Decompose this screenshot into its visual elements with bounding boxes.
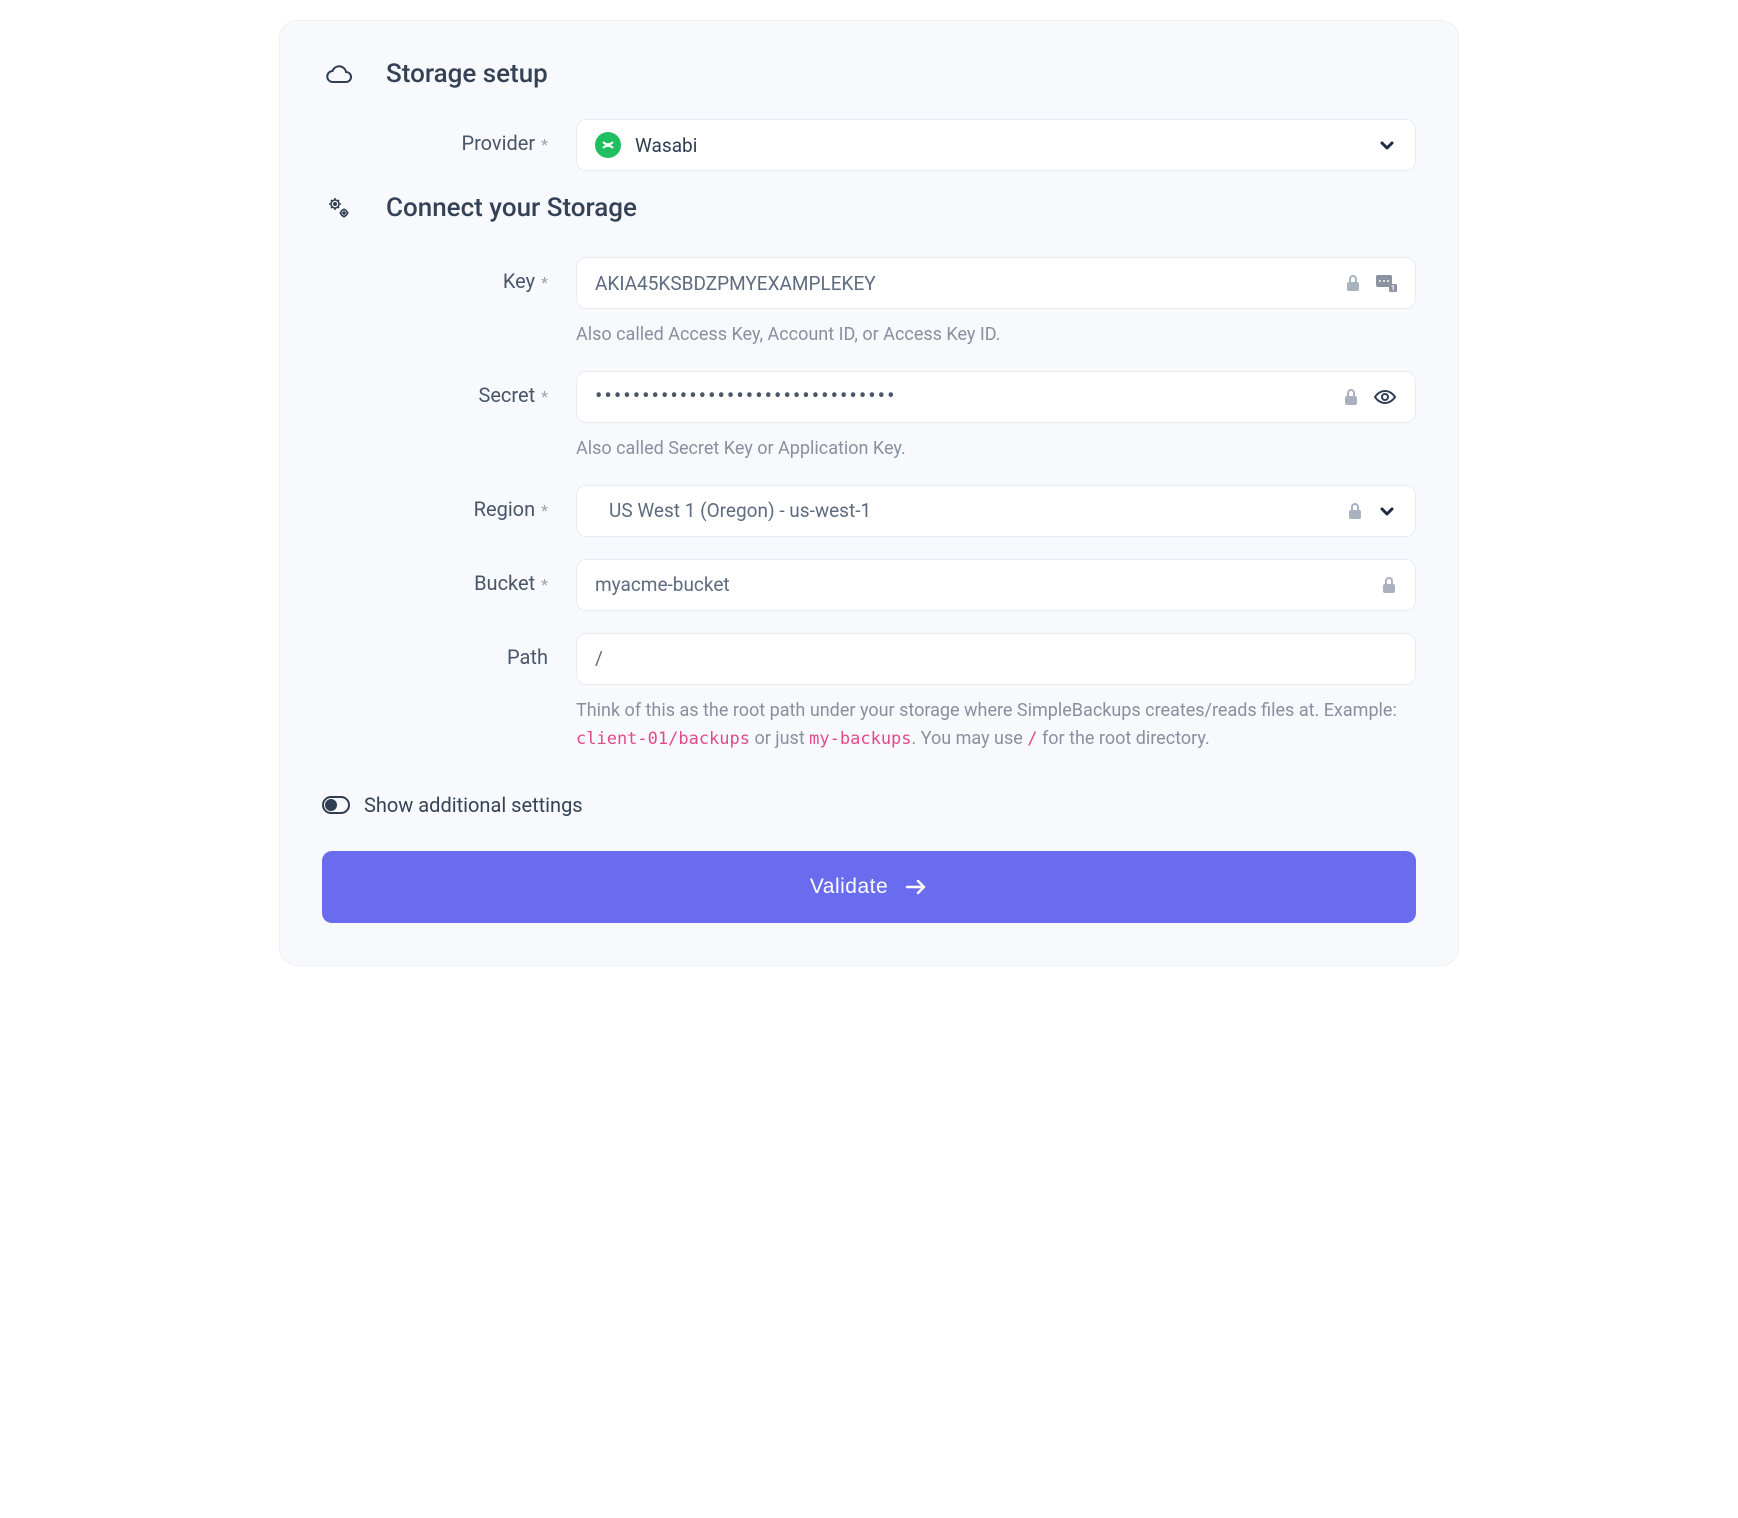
- secret-input[interactable]: ••••••••••••••••••••••••••••••••: [595, 384, 1343, 409]
- lock-icon: [1345, 274, 1361, 292]
- secret-row: Secret * •••••••••••••••••••••••••••••••…: [322, 371, 1416, 463]
- provider-value: Wasabi: [635, 134, 1377, 157]
- provider-select[interactable]: Wasabi: [576, 119, 1416, 171]
- path-help: Think of this as the root path under you…: [576, 697, 1416, 753]
- bucket-input[interactable]: [595, 573, 1381, 596]
- cloud-icon: [322, 63, 356, 85]
- validate-button[interactable]: Validate: [322, 851, 1416, 923]
- storage-setup-header: Storage setup: [322, 59, 1416, 89]
- eye-icon[interactable]: [1373, 388, 1397, 406]
- lock-icon: [1347, 502, 1363, 520]
- secret-help: Also called Secret Key or Application Ke…: [576, 435, 1416, 463]
- key-label: Key *: [322, 257, 576, 293]
- region-label: Region *: [322, 485, 576, 521]
- bucket-label: Bucket *: [322, 559, 576, 595]
- validate-button-label: Validate: [810, 875, 888, 899]
- region-row: Region * US West 1 (Oregon) - us-west-1: [322, 485, 1416, 537]
- storage-setup-card: Storage setup Provider * Wasabi: [279, 20, 1459, 966]
- region-value: US West 1 (Oregon) - us-west-1: [595, 499, 1347, 522]
- gears-icon: [322, 195, 356, 221]
- path-input[interactable]: [595, 647, 1397, 670]
- key-input[interactable]: [595, 272, 1345, 295]
- bucket-row: Bucket *: [322, 559, 1416, 611]
- key-input-wrap: 1: [576, 257, 1416, 309]
- connect-storage-header: Connect your Storage: [322, 193, 1416, 223]
- connect-storage-title: Connect your Storage: [386, 193, 637, 223]
- chevron-down-icon: [1377, 501, 1397, 521]
- secret-label: Secret *: [322, 371, 576, 407]
- storage-setup-title: Storage setup: [386, 59, 548, 89]
- lock-icon: [1381, 576, 1397, 594]
- path-row: Path Think of this as the root path unde…: [322, 633, 1416, 753]
- lock-icon: [1343, 388, 1359, 406]
- additional-settings-toggle[interactable]: Show additional settings: [322, 793, 1416, 817]
- toggle-icon: [322, 796, 350, 814]
- additional-settings-label: Show additional settings: [364, 793, 583, 817]
- arrow-right-icon: [904, 878, 928, 896]
- key-row: Key * 1: [322, 257, 1416, 349]
- provider-label: Provider *: [322, 119, 576, 155]
- password-manager-icon[interactable]: 1: [1375, 273, 1397, 293]
- provider-row: Provider * Wasabi: [322, 119, 1416, 171]
- path-input-wrap: [576, 633, 1416, 685]
- bucket-input-wrap: [576, 559, 1416, 611]
- path-label: Path: [322, 633, 576, 669]
- region-select[interactable]: US West 1 (Oregon) - us-west-1: [576, 485, 1416, 537]
- chevron-down-icon: [1377, 135, 1397, 155]
- svg-text:1: 1: [1391, 285, 1395, 293]
- secret-input-wrap: ••••••••••••••••••••••••••••••••: [576, 371, 1416, 423]
- wasabi-logo-icon: [595, 132, 621, 158]
- key-help: Also called Access Key, Account ID, or A…: [576, 321, 1416, 349]
